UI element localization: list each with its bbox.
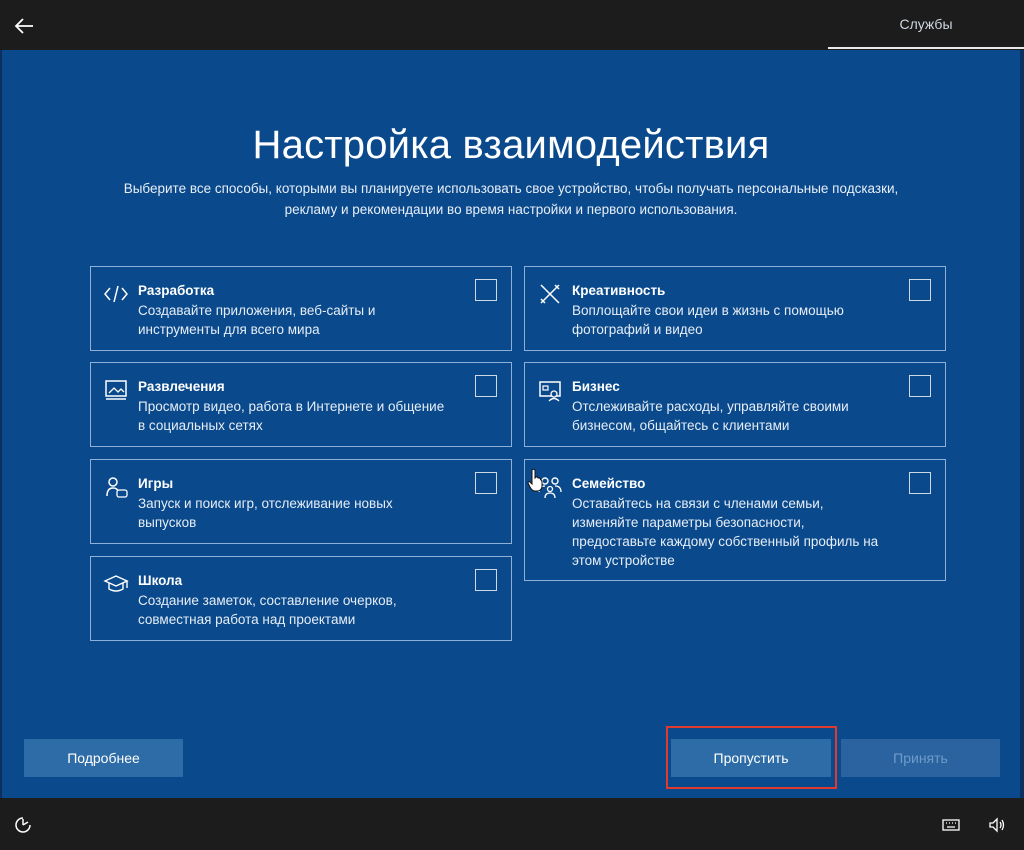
option-card-development[interactable]: Разработка Создавайте приложения, веб-са… [90,266,512,351]
option-title: Развлечения [138,379,225,394]
option-title: Семейство [572,476,646,491]
option-title: Креативность [572,283,666,298]
keyboard-icon [942,819,960,831]
option-description: Воплощайте свои идеи в жизнь с помощью ф… [572,301,909,339]
option-desc-line: этом устройстве [572,553,675,568]
option-desc-line: Воплощайте свои идеи в жизнь с помощью [572,303,844,318]
accessibility-icon [15,817,31,833]
keyboard-button[interactable] [940,814,962,836]
option-desc-line: инструменты для всего мира [138,322,320,337]
option-description: Отслеживайте расходы, управляйте своими … [572,397,909,435]
subtitle-line-2: рекламу и рекомендации во время настройк… [284,202,738,217]
option-desc-line: Просмотр видео, работа в Интернете и общ… [138,399,445,414]
option-desc-line: Запуск и поиск игр, отслеживание новых [138,496,393,511]
option-description: Просмотр видео, работа в Интернете и общ… [138,397,475,435]
code-icon [104,285,128,303]
option-checkbox[interactable] [909,375,931,397]
accessibility-button[interactable] [12,814,34,836]
option-checkbox[interactable] [475,472,497,494]
option-desc-line: Создавайте приложения, веб-сайты и [138,303,376,318]
option-checkbox[interactable] [475,279,497,301]
option-desc-line: Оставайтесь на связи с членами семьи, [572,496,824,511]
option-checkbox[interactable] [475,375,497,397]
option-title: Игры [138,476,174,491]
volume-icon [989,817,1005,833]
arrow-left-icon [14,18,33,34]
option-checkbox[interactable] [475,569,497,591]
option-card-family[interactable]: Семейство Оставайтесь на связи с членами… [524,459,946,581]
option-description: Запуск и поиск игр, отслеживание новых в… [138,494,475,532]
option-desc-line: бизнесом, общайтесь с клиентами [572,418,790,433]
volume-button[interactable] [986,814,1008,836]
option-description: Создание заметок, составление очерков, с… [138,591,475,629]
option-checkbox[interactable] [909,279,931,301]
back-button[interactable] [10,12,38,40]
option-desc-line: совместная работа над проектами [138,612,356,627]
option-card-school[interactable]: Школа Создание заметок, составление очер… [90,556,512,641]
option-card-creativity[interactable]: Креативность Воплощайте свои идеи в жизн… [524,266,946,351]
option-title: Разработка [138,283,215,298]
option-desc-line: изменяйте параметры безопасности, [572,515,805,530]
option-desc-line: предоставьте каждому собственный профиль… [572,534,879,549]
business-icon [539,381,561,402]
pen-ruler-icon [540,284,560,304]
accept-button[interactable]: Принять [841,739,1000,777]
page-title: Настройка взаимодействия [252,123,770,167]
option-card-business[interactable]: Бизнес Отслеживайте расходы, управляйте … [524,362,946,447]
option-desc-line: Создание заметок, составление очерков, [138,593,397,608]
tab-underline [828,47,1024,49]
bottom-bar [0,798,1024,850]
main-panel: Настройка взаимодействия Выберите все сп… [2,50,1020,798]
option-description: Создавайте приложения, веб-сайты и инстр… [138,301,475,339]
option-desc-line: Отслеживайте расходы, управляйте своими [572,399,849,414]
skip-button[interactable]: Пропустить [671,739,831,777]
hand-cursor-icon [527,468,543,492]
option-title: Бизнес [572,379,620,394]
page-subtitle: Выберите все способы, которыми вы планир… [92,178,930,220]
media-icon [105,380,127,400]
option-card-entertainment[interactable]: Развлечения Просмотр видео, работа в Инт… [90,362,512,447]
games-icon [106,477,128,498]
tab-services[interactable]: Службы [828,0,1024,48]
top-bar: Службы [0,0,1024,50]
option-description: Оставайтесь на связи с членами семьи, из… [572,494,909,570]
option-desc-line: выпусков [138,515,197,530]
option-card-games[interactable]: Игры Запуск и поиск игр, отслеживание но… [90,459,512,544]
graduation-cap-icon [103,575,129,592]
subtitle-line-1: Выберите все способы, которыми вы планир… [123,181,899,196]
option-desc-line: в социальных сетях [138,418,263,433]
option-checkbox[interactable] [909,472,931,494]
option-title: Школа [138,573,183,588]
option-desc-line: фотографий и видео [572,322,703,337]
learn-more-button[interactable]: Подробнее [24,739,183,777]
